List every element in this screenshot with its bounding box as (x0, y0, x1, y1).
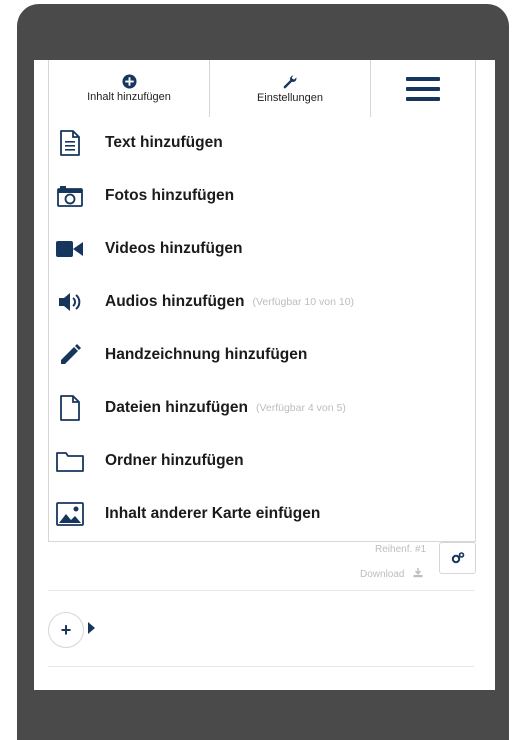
menu-item-label: Ordner hinzufügen (105, 452, 244, 469)
app-screen: Inhalt hinzufügen Einstellungen Text hin… (34, 60, 495, 690)
hamburger-menu-button[interactable] (371, 60, 475, 117)
speaker-icon (55, 287, 85, 317)
pencil-icon (55, 340, 85, 370)
order-label: Reihenf. #1 (375, 544, 427, 555)
menu-item-add-photos[interactable]: Fotos hinzufügen (49, 176, 475, 216)
menu-item-add-text[interactable]: Text hinzufügen (49, 123, 475, 163)
menu-item-label: Audios hinzufügen (105, 293, 245, 310)
menu-item-label: Text hinzufügen (105, 134, 223, 151)
menu-item-add-audios[interactable]: Audios hinzufügen (Verfügbar 10 von 10) (49, 282, 475, 322)
card-settings-button[interactable] (439, 542, 476, 574)
availability-note: (Verfügbar 10 von 10) (252, 296, 355, 308)
add-card-label: + (60, 619, 72, 640)
menu-item-insert-from-other-card[interactable]: Inhalt anderer Karte einfügen (49, 494, 475, 534)
caret-right-icon[interactable] (88, 622, 95, 634)
menu-item-add-folder[interactable]: Ordner hinzufügen (49, 441, 475, 481)
menu-item-label: Fotos hinzufügen (105, 187, 235, 204)
menu-item-label: Handzeichnung hinzufügen (105, 346, 308, 363)
gears-icon (451, 552, 464, 564)
menu-item-label: Dateien hinzufügen (105, 399, 248, 416)
divider (48, 590, 474, 591)
add-card-button[interactable]: + (48, 612, 84, 648)
menu-item-label: Videos hinzufügen (105, 240, 243, 257)
camera-icon (55, 181, 85, 211)
folder-icon (55, 446, 85, 476)
menu-item-add-videos[interactable]: Videos hinzufügen (49, 229, 475, 269)
add-content-label: Inhalt hinzufügen (87, 91, 171, 103)
menu-item-label: Inhalt anderer Karte einfügen (105, 505, 321, 522)
plus-circle-icon (121, 74, 137, 89)
menu-item-add-files[interactable]: Dateien hinzufügen (Verfügbar 4 von 5) (49, 388, 475, 428)
card-toolbar: Inhalt hinzufügen Einstellungen (48, 60, 476, 118)
divider (48, 666, 474, 667)
image-icon (55, 499, 85, 529)
availability-note: (Verfügbar 4 von 5) (255, 402, 346, 414)
download-icon (413, 568, 423, 578)
video-camera-icon (55, 234, 85, 264)
settings-button[interactable]: Einstellungen (210, 60, 371, 117)
add-content-menu: Text hinzufügen Fotos hinzufügen Videos … (48, 117, 476, 542)
add-content-button[interactable]: Inhalt hinzufügen (49, 60, 210, 117)
wrench-icon (283, 75, 297, 88)
hamburger-icon (406, 76, 440, 101)
file-icon (55, 393, 85, 423)
menu-item-add-drawing[interactable]: Handzeichnung hinzufügen (49, 335, 475, 375)
text-document-icon (55, 128, 85, 158)
download-label: Download (360, 569, 405, 580)
settings-label: Einstellungen (256, 91, 324, 104)
download-link[interactable]: Download (360, 568, 423, 580)
